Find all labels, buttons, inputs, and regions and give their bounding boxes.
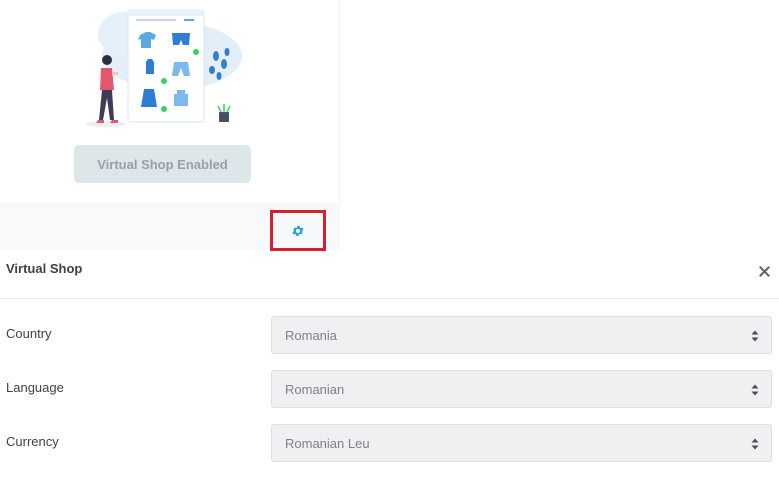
currency-select-value: Romanian Leu — [285, 436, 370, 451]
virtual-shop-panel-header: Virtual Shop — [0, 251, 779, 299]
sort-arrows-icon — [751, 384, 759, 396]
country-select-value: Romania — [285, 328, 338, 343]
language-label: Language — [6, 380, 64, 395]
sort-arrows-icon — [751, 438, 759, 450]
country-select[interactable]: Romania — [271, 316, 772, 354]
language-select[interactable]: Romanian — [271, 370, 772, 408]
virtual-shop-illustration — [86, 9, 242, 127]
form-row-language: Language Romanian — [0, 370, 779, 408]
settings-button[interactable] — [270, 210, 326, 251]
close-button[interactable] — [755, 262, 773, 280]
form-row-country: Country Romania — [0, 316, 779, 354]
virtual-shop-screen: Virtual Shop Enabled Virtual Shop Countr… — [0, 0, 779, 483]
currency-select[interactable]: Romanian Leu — [271, 424, 772, 462]
gear-icon — [292, 225, 304, 236]
country-label: Country — [6, 326, 52, 341]
virtual-shop-enabled-button[interactable]: Virtual Shop Enabled — [74, 145, 251, 183]
panel-title: Virtual Shop — [6, 261, 83, 276]
language-select-value: Romanian — [285, 382, 345, 397]
virtual-shop-card: Virtual Shop Enabled — [0, 0, 340, 251]
close-icon — [758, 265, 770, 277]
currency-label: Currency — [6, 434, 59, 449]
form-row-currency: Currency Romanian Leu — [0, 424, 779, 462]
sort-arrows-icon — [751, 330, 759, 342]
